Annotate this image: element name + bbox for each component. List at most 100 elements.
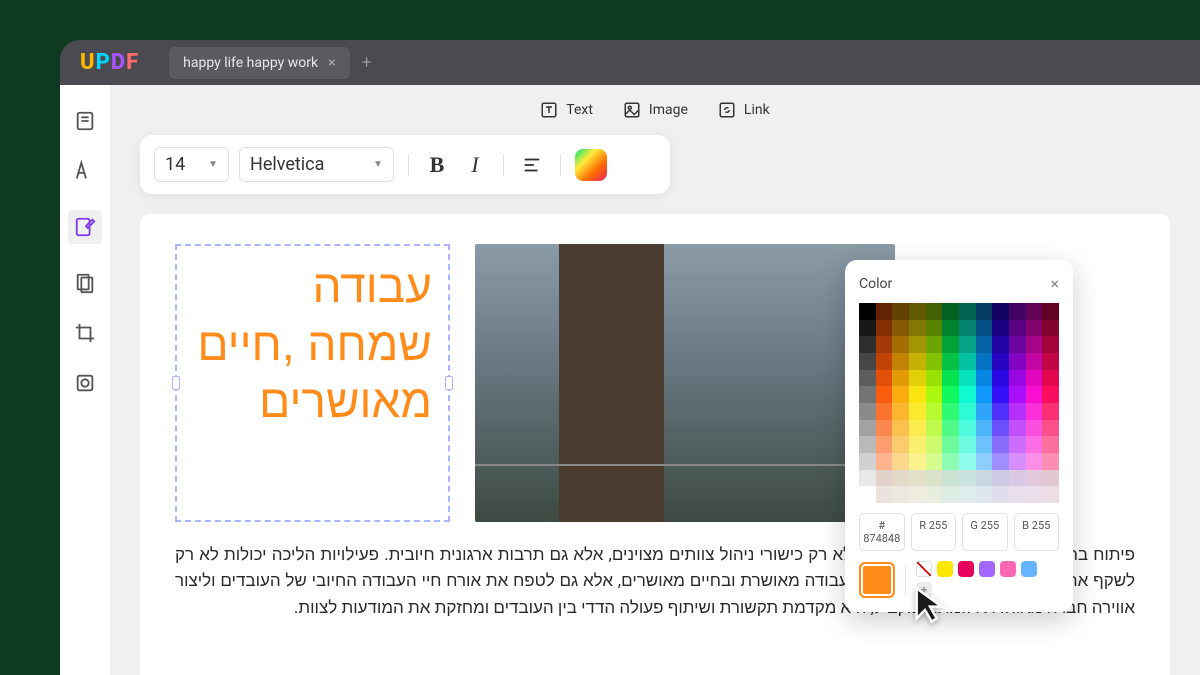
color-swatch[interactable] xyxy=(1009,453,1026,470)
color-swatch[interactable] xyxy=(926,336,943,353)
color-swatch[interactable] xyxy=(926,303,943,320)
color-swatch[interactable] xyxy=(892,336,909,353)
r-input[interactable]: R 255 xyxy=(911,513,957,551)
color-swatch[interactable] xyxy=(876,320,893,337)
color-swatch[interactable] xyxy=(1042,470,1059,487)
color-swatch[interactable] xyxy=(1009,486,1026,503)
italic-button[interactable]: I xyxy=(461,151,489,179)
preset-swatch[interactable] xyxy=(1000,561,1016,577)
color-swatch[interactable] xyxy=(959,470,976,487)
color-swatch[interactable] xyxy=(876,370,893,387)
color-swatch[interactable] xyxy=(959,453,976,470)
color-swatch[interactable] xyxy=(942,386,959,403)
color-swatch[interactable] xyxy=(859,303,876,320)
color-swatch[interactable] xyxy=(909,420,926,437)
color-swatch[interactable] xyxy=(959,320,976,337)
color-swatch[interactable] xyxy=(1009,420,1026,437)
color-swatch[interactable] xyxy=(876,386,893,403)
color-swatch[interactable] xyxy=(942,486,959,503)
color-swatch[interactable] xyxy=(909,453,926,470)
color-swatch[interactable] xyxy=(892,403,909,420)
color-swatch[interactable] xyxy=(1042,386,1059,403)
color-swatch[interactable] xyxy=(909,303,926,320)
color-swatch[interactable] xyxy=(909,470,926,487)
color-swatch[interactable] xyxy=(859,453,876,470)
color-swatch[interactable] xyxy=(892,303,909,320)
color-swatch[interactable] xyxy=(1026,436,1043,453)
color-swatch[interactable] xyxy=(976,386,993,403)
font-family-select[interactable]: Helvetica ▼ xyxy=(239,147,394,182)
color-swatch[interactable] xyxy=(876,403,893,420)
color-swatch[interactable] xyxy=(1026,370,1043,387)
color-swatch[interactable] xyxy=(1026,420,1043,437)
color-swatch[interactable] xyxy=(909,486,926,503)
color-swatch[interactable] xyxy=(892,470,909,487)
color-swatch[interactable] xyxy=(959,303,976,320)
color-swatch[interactable] xyxy=(976,420,993,437)
color-swatch[interactable] xyxy=(926,320,943,337)
color-swatch[interactable] xyxy=(1009,320,1026,337)
color-swatch[interactable] xyxy=(1026,386,1043,403)
color-swatch[interactable] xyxy=(859,320,876,337)
color-swatch[interactable] xyxy=(1042,370,1059,387)
color-swatch[interactable] xyxy=(926,353,943,370)
color-swatch[interactable] xyxy=(992,403,1009,420)
color-swatch[interactable] xyxy=(892,436,909,453)
color-swatch[interactable] xyxy=(959,403,976,420)
color-swatch[interactable] xyxy=(876,470,893,487)
color-swatch[interactable] xyxy=(992,453,1009,470)
color-swatch[interactable] xyxy=(909,403,926,420)
color-swatch[interactable] xyxy=(892,353,909,370)
preset-swatch[interactable] xyxy=(958,561,974,577)
crop-icon[interactable] xyxy=(74,322,96,344)
color-swatch[interactable] xyxy=(1042,453,1059,470)
color-swatch[interactable] xyxy=(1026,403,1043,420)
color-swatch[interactable] xyxy=(1042,486,1059,503)
color-swatch[interactable] xyxy=(976,370,993,387)
selected-text-box[interactable]: עבודה שמחה ,חיים מאושרים xyxy=(175,244,450,522)
color-swatch[interactable] xyxy=(942,303,959,320)
color-swatch[interactable] xyxy=(1026,320,1043,337)
color-swatch[interactable] xyxy=(942,453,959,470)
color-swatch[interactable] xyxy=(926,420,943,437)
color-swatch[interactable] xyxy=(859,370,876,387)
color-swatch[interactable] xyxy=(876,453,893,470)
no-color-swatch[interactable] xyxy=(916,561,932,577)
color-swatch[interactable] xyxy=(859,386,876,403)
color-swatch[interactable] xyxy=(1042,420,1059,437)
color-swatch[interactable] xyxy=(1026,336,1043,353)
color-swatch[interactable] xyxy=(959,353,976,370)
color-swatch[interactable] xyxy=(959,336,976,353)
color-swatch[interactable] xyxy=(942,320,959,337)
color-swatch[interactable] xyxy=(959,370,976,387)
color-swatch[interactable] xyxy=(992,420,1009,437)
color-swatch[interactable] xyxy=(1009,470,1026,487)
color-swatch[interactable] xyxy=(942,370,959,387)
b-input[interactable]: B 255 xyxy=(1014,513,1060,551)
resize-handle-right[interactable] xyxy=(445,376,453,390)
color-swatch[interactable] xyxy=(942,470,959,487)
color-swatch[interactable] xyxy=(1042,403,1059,420)
color-swatch[interactable] xyxy=(942,336,959,353)
color-swatch[interactable] xyxy=(1009,303,1026,320)
color-swatch[interactable] xyxy=(976,403,993,420)
color-swatch[interactable] xyxy=(909,336,926,353)
text-tool-button[interactable]: Text xyxy=(540,101,593,119)
color-swatch[interactable] xyxy=(926,486,943,503)
color-swatch[interactable] xyxy=(1042,353,1059,370)
document-image[interactable] xyxy=(475,244,895,522)
color-swatch[interactable] xyxy=(1009,436,1026,453)
text-color-button[interactable] xyxy=(575,149,607,181)
color-swatch[interactable] xyxy=(1009,403,1026,420)
resize-handle-left[interactable] xyxy=(172,376,180,390)
color-swatch[interactable] xyxy=(859,486,876,503)
color-swatch[interactable] xyxy=(992,386,1009,403)
color-swatch[interactable] xyxy=(992,353,1009,370)
color-swatch[interactable] xyxy=(909,353,926,370)
g-input[interactable]: G 255 xyxy=(962,513,1008,551)
organize-icon[interactable] xyxy=(74,272,96,294)
color-swatch[interactable] xyxy=(992,303,1009,320)
color-swatch[interactable] xyxy=(926,453,943,470)
color-swatch[interactable] xyxy=(959,420,976,437)
new-tab-button[interactable]: + xyxy=(362,52,372,73)
